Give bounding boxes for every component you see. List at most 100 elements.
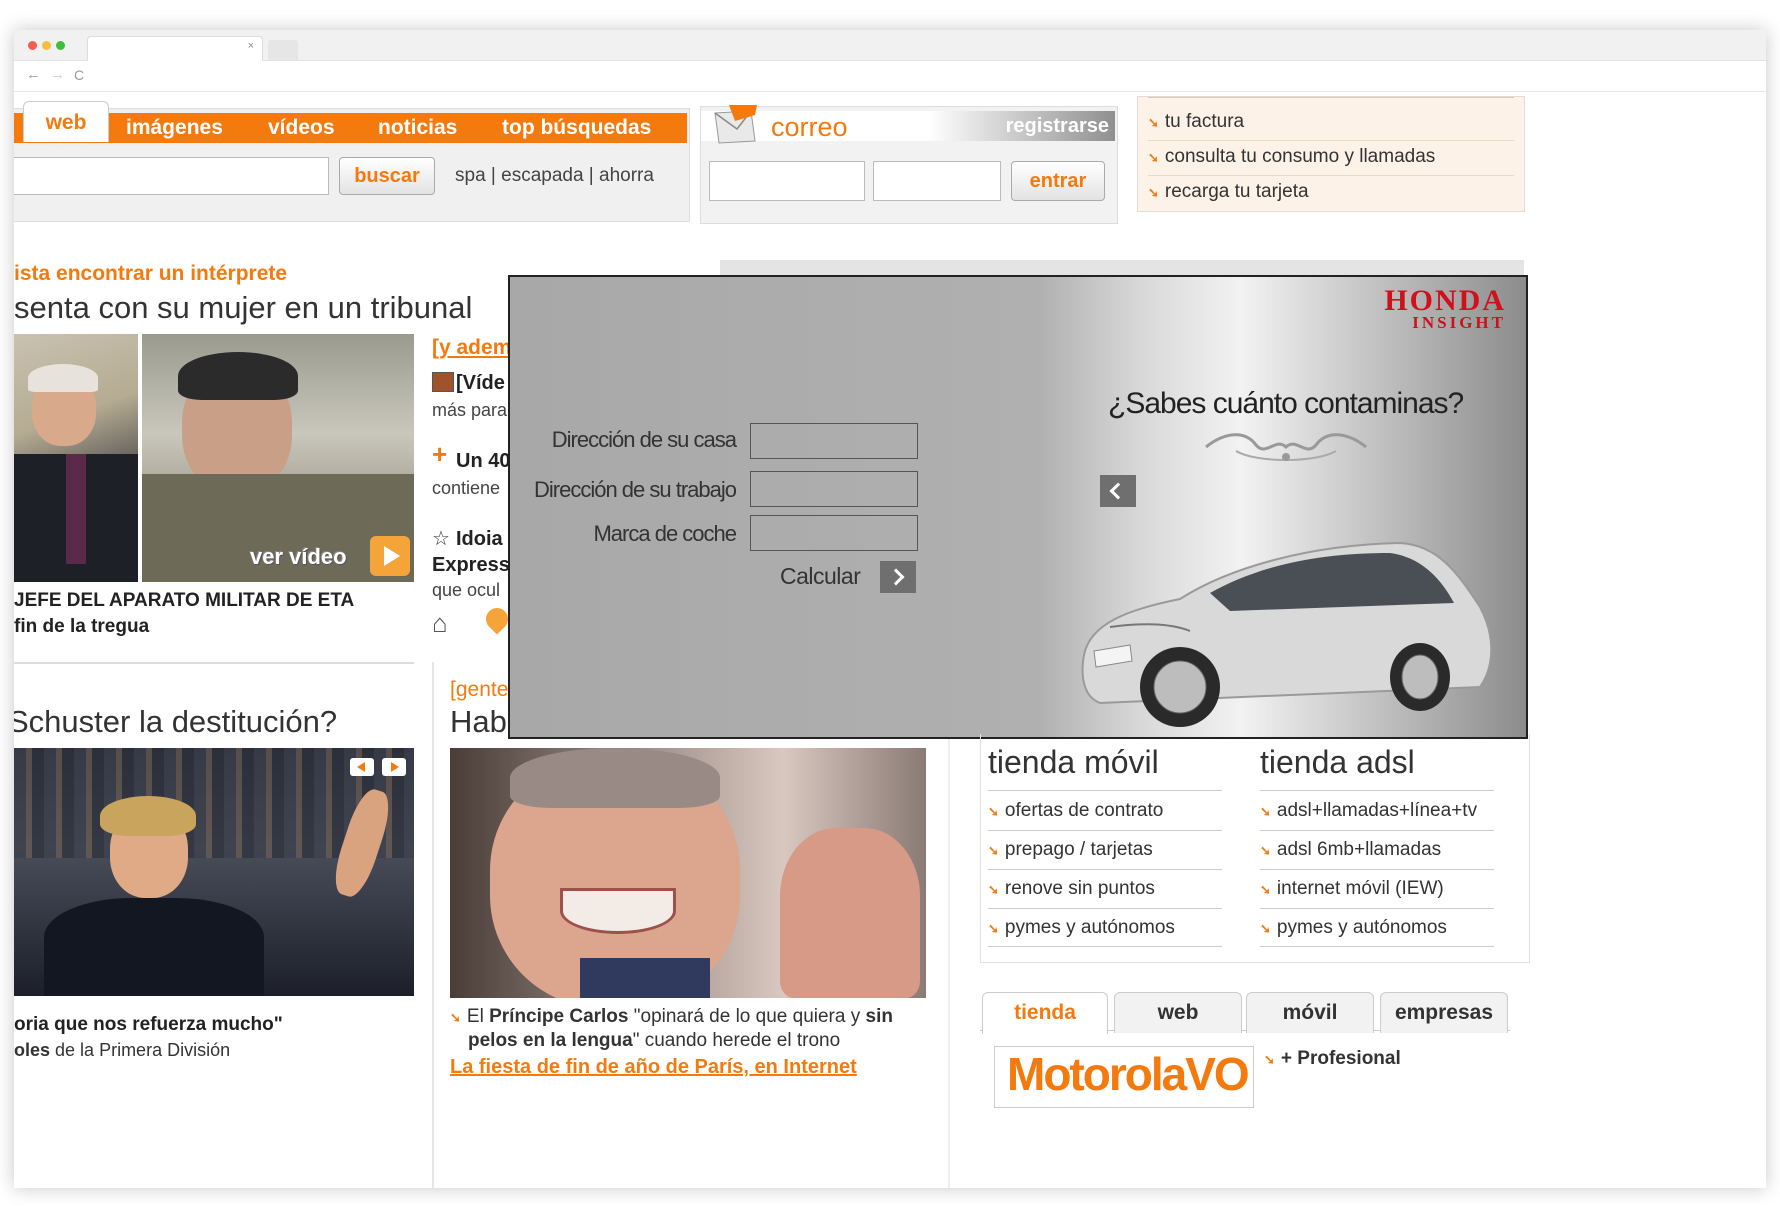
story-caption[interactable]: fin de la tregua [14, 616, 149, 638]
home-address-input[interactable] [750, 423, 918, 459]
adsl-shop-title[interactable]: tienda adsl [1260, 744, 1415, 781]
story-headline[interactable]: Hab [450, 704, 507, 740]
mobile-shop-title[interactable]: tienda móvil [988, 744, 1159, 781]
register-link[interactable]: registrarse [1006, 115, 1109, 138]
play-icon[interactable] [370, 536, 410, 576]
tab-close-icon[interactable]: × [248, 40, 254, 52]
tab-top-searches[interactable]: top búsquedas [502, 113, 651, 143]
tab-images[interactable]: imágenes [126, 113, 223, 143]
back-icon[interactable]: ← [26, 66, 41, 83]
arrow-icon: ➘ [988, 804, 999, 819]
honda-ad-overlay[interactable]: HONDA INSIGHT ¿Sabes cuánto contaminas? … [508, 275, 1528, 739]
browser-tab-bar: × [14, 30, 1766, 61]
more-link[interactable]: La fiesta de fin de año de París, en Int… [450, 1056, 857, 1079]
star-icon: ☆ [432, 528, 450, 550]
list-item[interactable]: ➘ prepago / tarjetas [988, 839, 1153, 861]
list-item[interactable]: ➘ consulta tu consumo y llamadas [1148, 146, 1435, 168]
mail-password-field[interactable] [873, 161, 1001, 201]
envelope-icon [714, 105, 757, 144]
mail-header: correo registrarse [701, 105, 1115, 144]
close-window-icon[interactable] [28, 41, 37, 50]
browser-tab[interactable]: × [87, 36, 263, 61]
list-item[interactable]: ➘ adsl+llamadas+línea+tv [1260, 800, 1477, 822]
next-arrow-icon[interactable] [382, 758, 406, 776]
ad-prev-button[interactable] [1100, 475, 1136, 507]
list-item[interactable]: ➘ ofertas de contrato [988, 800, 1163, 822]
work-address-input[interactable] [750, 471, 918, 507]
search-input[interactable] [14, 157, 329, 195]
honda-car-image[interactable] [1070, 527, 1510, 727]
video-label[interactable]: ver vídeo [250, 544, 347, 570]
minimize-window-icon[interactable] [42, 41, 51, 50]
tab-videos[interactable]: vídeos [268, 113, 335, 143]
side-item-title[interactable]: [Víde [456, 372, 505, 395]
honda-logo[interactable]: HONDA INSIGHT [1330, 286, 1506, 332]
story-kicker[interactable]: [gente [450, 678, 508, 702]
arrow-icon: ➘ [1260, 921, 1271, 936]
tab-business[interactable]: empresas [1380, 992, 1508, 1033]
car-brand-label: Marca de coche [593, 521, 737, 546]
list-item[interactable]: ➘ tu factura [1148, 111, 1244, 133]
side-item-title[interactable]: Idoia [456, 528, 503, 551]
list-item[interactable]: ➘ recarga tu tarjeta [1148, 181, 1309, 203]
reload-icon[interactable]: C [74, 67, 84, 83]
new-tab-button[interactable] [268, 40, 298, 60]
car-brand-input[interactable] [750, 515, 918, 551]
story-headline[interactable]: senta con su mujer en un tribunal [14, 290, 472, 326]
address-bar: ← → C [14, 61, 1766, 92]
prev-arrow-icon[interactable] [350, 758, 374, 776]
login-button[interactable]: entrar [1011, 161, 1105, 201]
list-item[interactable]: ➘ internet móvil (IEW) [1260, 878, 1444, 900]
calculate-label[interactable]: Calcular [780, 563, 861, 590]
story-caption[interactable]: JEFE DEL APARATO MILITAR DE ETA [14, 590, 354, 612]
maximize-window-icon[interactable] [56, 41, 65, 50]
news-photo[interactable] [14, 334, 138, 582]
side-item-text: más para [432, 400, 508, 420]
side-item-subtitle: Express [432, 554, 510, 576]
story-caption[interactable]: oria que nos refuerza mucho" [14, 1014, 283, 1036]
story-caption[interactable]: pelos en la lengua" cuando herede el tro… [468, 1030, 840, 1052]
story-caption[interactable]: ➘ El Príncipe Carlos "opinará de lo que q… [450, 1006, 893, 1028]
video-icon [432, 372, 454, 392]
search-button[interactable]: buscar [339, 157, 435, 195]
list-item[interactable]: ➘ pymes y autónomos [1260, 917, 1447, 939]
home-icon[interactable]: ⌂ [432, 608, 448, 639]
arrow-icon: ➘ [988, 882, 999, 897]
forward-icon[interactable]: → [50, 66, 65, 83]
news-photo[interactable] [450, 748, 926, 998]
arrow-icon: ➘ [1264, 1052, 1275, 1067]
story-headline[interactable]: Schuster la destitución? [14, 704, 337, 740]
tab-shop[interactable]: tienda [982, 992, 1108, 1034]
mail-user-field[interactable] [709, 161, 865, 201]
promo-banner[interactable]: MotorolaVO [994, 1046, 1254, 1108]
tab-mobile[interactable]: móvil [1246, 992, 1374, 1033]
story-caption[interactable]: oles de la Primera División [14, 1040, 230, 1061]
promo-link[interactable]: ➘ + Profesional [1264, 1048, 1401, 1070]
side-item-text: que ocul [432, 580, 501, 600]
arrow-icon: ➘ [1148, 150, 1159, 165]
calculate-button[interactable] [880, 561, 916, 593]
news-video-still[interactable]: ver vídeo [142, 334, 414, 582]
arrow-icon: ➘ [450, 1010, 461, 1025]
arrow-icon: ➘ [1260, 804, 1271, 819]
list-item[interactable]: ➘ pymes y autónomos [988, 917, 1175, 939]
browser-window: × ← → C imágenes vídeos noticias top bús… [14, 30, 1766, 1188]
list-item[interactable]: ➘ adsl 6mb+llamadas [1260, 839, 1441, 861]
more-link[interactable]: [y adem [432, 336, 511, 360]
tab-news[interactable]: noticias [378, 113, 457, 143]
search-suggestions[interactable]: spa | escapada | ahorra [455, 165, 654, 187]
list-item[interactable]: ➘ renove sin puntos [988, 878, 1155, 900]
mail-title: correo [771, 112, 848, 142]
tab-web[interactable]: web [1114, 992, 1242, 1033]
plus-icon: + [432, 439, 448, 469]
arrow-icon: ➘ [988, 843, 999, 858]
ornament-icon [1205, 433, 1367, 461]
account-links: ➘ tu factura ➘ consulta tu consumo y llama… [1137, 96, 1525, 212]
arrow-icon: ➘ [1148, 185, 1159, 200]
tab-web[interactable]: web [23, 101, 109, 142]
news-photo[interactable] [14, 748, 414, 996]
promo-logo: MotorolaVO [1007, 1048, 1250, 1100]
side-item-title[interactable]: Un 40 [456, 450, 510, 473]
story-kicker[interactable]: ista encontrar un intérprete [14, 262, 287, 286]
arrow-icon: ➘ [1260, 882, 1271, 897]
